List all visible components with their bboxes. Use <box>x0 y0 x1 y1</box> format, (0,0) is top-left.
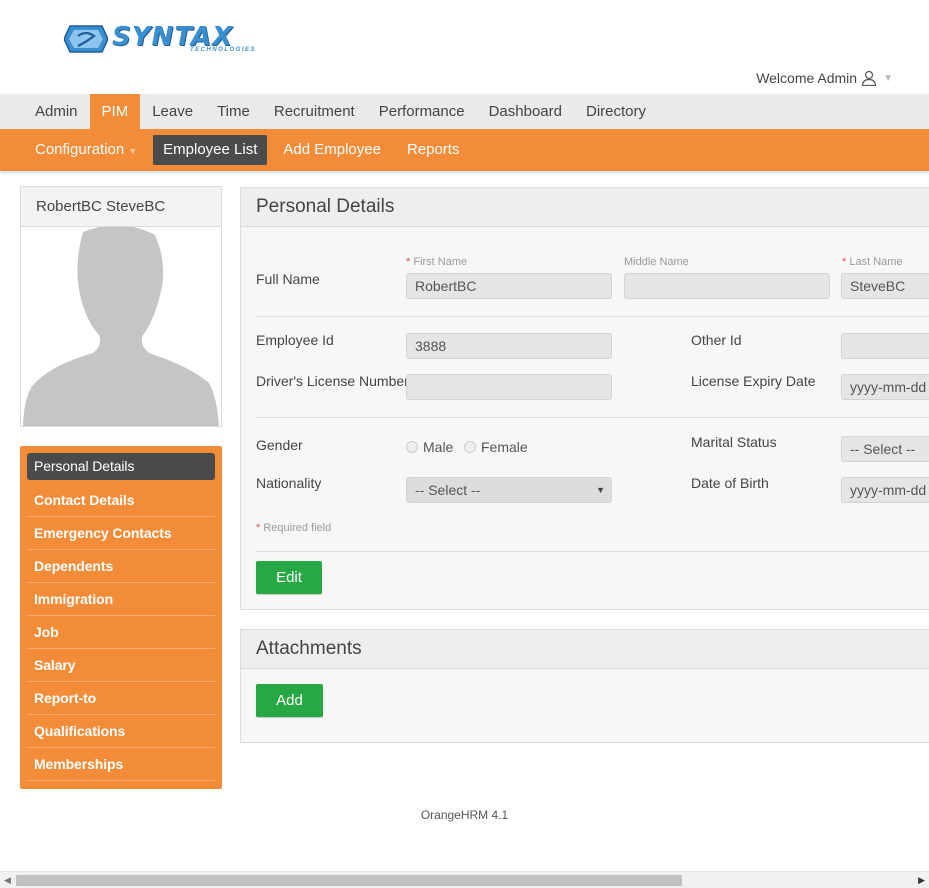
divider <box>256 417 929 418</box>
tab-leave[interactable]: Leave <box>140 94 205 129</box>
license-field[interactable] <box>406 374 612 400</box>
personal-details-panel: Personal Details Full Name * First Name … <box>240 187 929 610</box>
nationality-select[interactable]: -- Select -- ▼ <box>406 477 612 503</box>
last-name-label-text: Last Name <box>849 256 903 268</box>
middle-name-field[interactable] <box>624 273 830 299</box>
marital-status-label: Marital Status <box>691 434 777 450</box>
first-name-field[interactable]: RobertBC <box>406 273 612 299</box>
footer-version: OrangeHRM 4.1 <box>420 808 509 822</box>
employee-id-label: Employee Id <box>256 332 334 348</box>
attachments-panel: Attachments Add <box>240 629 929 743</box>
gender-male-label: Male <box>423 439 454 455</box>
license-expiry-label: License Expiry Date <box>691 373 816 389</box>
submenu-configuration-label[interactable]: Configuration <box>35 141 124 158</box>
employee-photo[interactable] <box>21 227 221 426</box>
sidemenu-dependents[interactable]: Dependents <box>27 550 215 583</box>
date-of-birth-label: Date of Birth <box>691 475 769 491</box>
tab-time[interactable]: Time <box>205 94 262 129</box>
chevron-down-icon[interactable]: ▼ <box>596 478 605 502</box>
last-name-label: * Last Name <box>842 256 903 268</box>
sidemenu-emergency-contacts[interactable]: Emergency Contacts <box>27 517 215 550</box>
scroll-left-icon[interactable]: ◀ <box>4 875 11 886</box>
profile-card: RobertBC SteveBC <box>20 186 222 427</box>
employee-side-menu: Personal Details Contact Details Emergen… <box>20 446 222 789</box>
logo-subtitle: TECHNOLOGIES <box>190 47 257 53</box>
add-attachment-button[interactable]: Add <box>256 684 323 717</box>
gender-female-radio[interactable]: Female <box>464 439 528 455</box>
first-name-label-text: First Name <box>413 256 468 268</box>
other-id-field[interactable] <box>841 333 929 359</box>
submenu-employee-list[interactable]: Employee List <box>153 135 268 165</box>
submenu-reports[interactable]: Reports <box>397 135 470 165</box>
sidemenu-memberships[interactable]: Memberships <box>27 748 215 781</box>
tab-dashboard[interactable]: Dashboard <box>477 94 574 129</box>
chevron-down-icon: ▼ <box>128 146 138 156</box>
logo-mark-icon <box>64 25 108 53</box>
middle-name-label: Middle Name <box>624 256 689 268</box>
sidemenu-job[interactable]: Job <box>27 616 215 649</box>
divider <box>256 551 929 552</box>
sub-menu: Configuration ▼ Employee List Add Employe… <box>0 129 929 171</box>
chevron-down-icon[interactable]: ▼ <box>883 73 893 84</box>
welcome-menu[interactable]: Welcome Admin ▼ <box>756 70 893 86</box>
tab-performance[interactable]: Performance <box>367 94 477 129</box>
required-note-text: Required field <box>263 522 332 534</box>
scrollbar-thumb[interactable] <box>16 875 682 886</box>
panel-title: Attachments <box>241 630 929 669</box>
divider <box>256 316 929 317</box>
user-icon <box>861 70 877 86</box>
tab-pim[interactable]: PIM <box>89 94 141 129</box>
license-label: Driver's License Number <box>256 373 409 389</box>
sidemenu-immigration[interactable]: Immigration <box>27 583 215 616</box>
required-note: * Required field <box>256 522 331 534</box>
radio-circle[interactable] <box>464 441 476 453</box>
submenu-add-employee[interactable]: Add Employee <box>273 135 391 165</box>
sidemenu-contact-details[interactable]: Contact Details <box>27 484 215 517</box>
gender-label: Gender <box>256 437 303 453</box>
submenu-configuration[interactable]: Configuration ▼ <box>25 135 147 165</box>
first-name-label: * First Name <box>406 256 467 268</box>
scroll-right-icon[interactable]: ▶ <box>918 875 925 886</box>
date-of-birth-field[interactable]: yyyy-mm-dd <box>841 477 929 503</box>
company-logo: SYNTAX TECHNOLOGIES <box>64 22 264 58</box>
employee-name: RobertBC SteveBC <box>21 187 221 227</box>
sidemenu-qualifications[interactable]: Qualifications <box>27 715 215 748</box>
marital-status-select[interactable]: -- Select -- <box>841 436 929 462</box>
gender-male-radio[interactable]: Male <box>406 439 453 455</box>
main-menu: Admin PIM Leave Time Recruitment Perform… <box>0 94 929 129</box>
nationality-label: Nationality <box>256 475 322 491</box>
gender-female-label: Female <box>481 439 528 455</box>
nationality-value[interactable]: -- Select -- <box>415 482 480 498</box>
tab-directory[interactable]: Directory <box>574 94 658 129</box>
sidemenu-report-to[interactable]: Report-to <box>27 682 215 715</box>
other-id-label: Other Id <box>691 332 742 348</box>
tab-admin[interactable]: Admin <box>23 94 90 129</box>
panel-title: Personal Details <box>241 188 929 227</box>
license-expiry-field[interactable]: yyyy-mm-dd <box>841 374 929 400</box>
edit-button[interactable]: Edit <box>256 561 322 594</box>
sidemenu-salary[interactable]: Salary <box>27 649 215 682</box>
last-name-field[interactable]: SteveBC <box>841 273 929 299</box>
radio-circle[interactable] <box>406 441 418 453</box>
tab-recruitment[interactable]: Recruitment <box>262 94 367 129</box>
horizontal-scrollbar[interactable]: ◀ ▶ <box>0 871 929 888</box>
avatar-silhouette-icon <box>21 227 221 426</box>
full-name-label: Full Name <box>256 271 320 287</box>
employee-id-field[interactable]: 3888 <box>406 333 612 359</box>
sidemenu-personal-details[interactable]: Personal Details <box>27 453 215 480</box>
welcome-text[interactable]: Welcome Admin <box>756 70 857 86</box>
